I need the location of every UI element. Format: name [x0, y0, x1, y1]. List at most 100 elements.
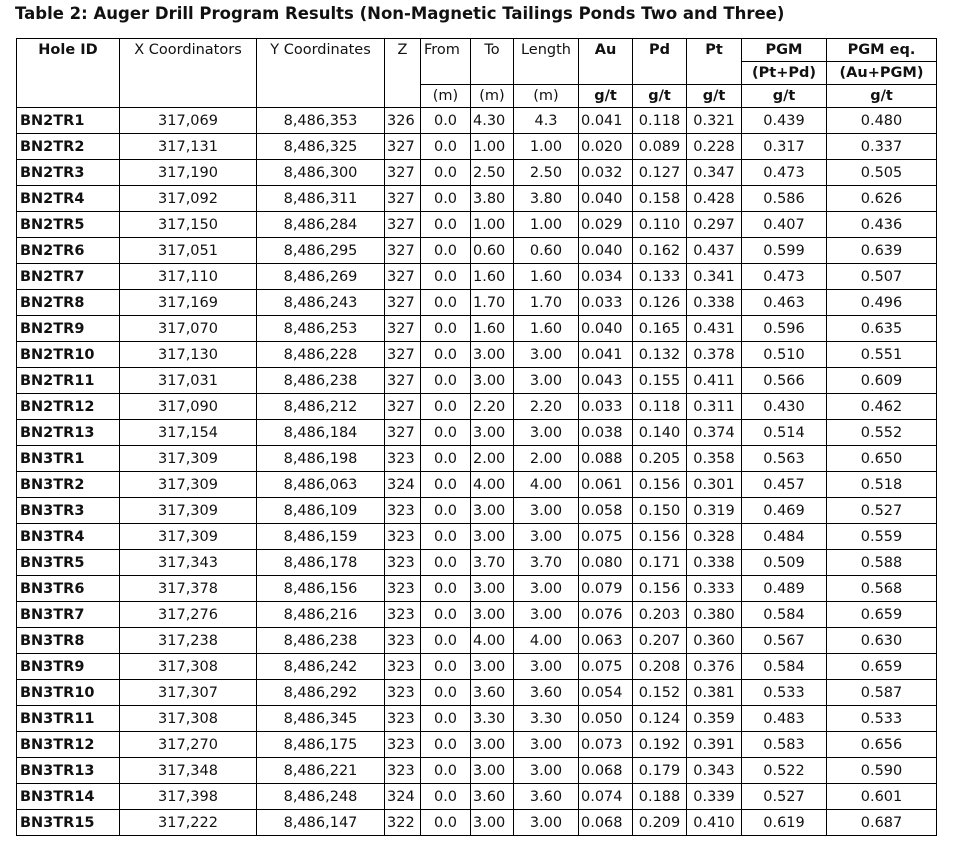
unit-to: (m) [470, 84, 514, 108]
cell-z: 327 [384, 211, 421, 238]
cell-to: 1.60 [470, 263, 514, 290]
table-row: BN2TR9 317,070 8,486,253 327 0.0 1.60 1.60 0.04… [16, 315, 937, 342]
cell-z: 327 [384, 367, 421, 394]
cell-pgm: 0.599 [741, 237, 827, 264]
cell-y-coord: 8,486,238 [256, 627, 385, 654]
cell-y-coord: 8,486,345 [256, 705, 385, 732]
cell-hole-id: BN2TR8 [16, 289, 120, 316]
cell-to: 1.60 [470, 315, 514, 342]
cell-pd: 0.162 [632, 237, 687, 264]
cell-z: 327 [384, 185, 421, 212]
cell-au: 0.032 [578, 159, 633, 186]
cell-pt: 0.228 [686, 133, 742, 160]
cell-pt: 0.333 [686, 575, 742, 602]
cell-z: 327 [384, 133, 421, 160]
cell-y-coord: 8,486,253 [256, 315, 385, 342]
cell-x-coord: 317,222 [119, 809, 257, 836]
cell-y-coord: 8,486,295 [256, 237, 385, 264]
cell-pgm-eq: 0.588 [826, 549, 937, 576]
cell-pgm: 0.522 [741, 757, 827, 784]
cell-y-coord: 8,486,292 [256, 679, 385, 706]
table-row: BN3TR6 317,378 8,486,156 323 0.0 3.00 3.00 0.07… [16, 575, 937, 602]
cell-pt: 0.376 [686, 653, 742, 680]
cell-pd: 0.089 [632, 133, 687, 160]
cell-from: 0.0 [420, 133, 471, 160]
cell-length: 2.20 [513, 393, 579, 420]
cell-au: 0.041 [578, 107, 633, 134]
cell-pt: 0.391 [686, 731, 742, 758]
cell-to: 3.00 [470, 809, 514, 836]
cell-pt: 0.339 [686, 783, 742, 810]
cell-hole-id: BN3TR4 [16, 523, 120, 550]
cell-au: 0.080 [578, 549, 633, 576]
cell-z: 322 [384, 809, 421, 836]
cell-pgm-eq: 0.639 [826, 237, 937, 264]
unit-length: (m) [513, 84, 579, 108]
table-row: BN2TR7 317,110 8,486,269 327 0.0 1.60 1.60 0.03… [16, 263, 937, 290]
cell-pd: 0.205 [632, 445, 687, 472]
cell-pt: 0.301 [686, 471, 742, 498]
cell-y-coord: 8,486,198 [256, 445, 385, 472]
cell-z: 323 [384, 705, 421, 732]
cell-pd: 0.126 [632, 289, 687, 316]
cell-pgm: 0.510 [741, 341, 827, 368]
cell-pgm: 0.473 [741, 159, 827, 186]
header-au: Au [578, 38, 633, 85]
header-pgm: PGM [741, 38, 827, 62]
cell-pgm: 0.533 [741, 679, 827, 706]
cell-x-coord: 317,190 [119, 159, 257, 186]
cell-pd: 0.156 [632, 575, 687, 602]
cell-from: 0.0 [420, 315, 471, 342]
cell-hole-id: BN2TR10 [16, 341, 120, 368]
cell-x-coord: 317,130 [119, 341, 257, 368]
table-row: BN2TR13 317,154 8,486,184 327 0.0 3.00 3.00 0.0… [16, 419, 937, 446]
cell-pgm: 0.463 [741, 289, 827, 316]
table-row: BN3TR12 317,270 8,486,175 323 0.0 3.00 3.00 0.0… [16, 731, 937, 758]
cell-length: 3.00 [513, 731, 579, 758]
cell-pt: 0.321 [686, 107, 742, 134]
cell-pgm-eq: 0.507 [826, 263, 937, 290]
cell-to: 3.00 [470, 653, 514, 680]
cell-to: 1.00 [470, 133, 514, 160]
cell-z: 327 [384, 289, 421, 316]
header-x: X Coordinators [119, 38, 257, 108]
cell-pt: 0.411 [686, 367, 742, 394]
cell-pgm-eq: 0.687 [826, 809, 937, 836]
cell-pgm-eq: 0.436 [826, 211, 937, 238]
cell-pgm-eq: 0.650 [826, 445, 937, 472]
cell-pgm: 0.473 [741, 263, 827, 290]
cell-pgm: 0.563 [741, 445, 827, 472]
cell-x-coord: 317,309 [119, 445, 257, 472]
cell-z: 323 [384, 575, 421, 602]
cell-from: 0.0 [420, 783, 471, 810]
cell-to: 3.00 [470, 757, 514, 784]
cell-from: 0.0 [420, 523, 471, 550]
cell-length: 3.80 [513, 185, 579, 212]
cell-pgm-eq: 0.480 [826, 107, 937, 134]
cell-to: 2.20 [470, 393, 514, 420]
cell-z: 323 [384, 523, 421, 550]
cell-au: 0.043 [578, 367, 633, 394]
header-length: Length [513, 38, 579, 85]
cell-pd: 0.179 [632, 757, 687, 784]
cell-pgm-eq: 0.551 [826, 341, 937, 368]
cell-pd: 0.155 [632, 367, 687, 394]
cell-from: 0.0 [420, 341, 471, 368]
cell-au: 0.020 [578, 133, 633, 160]
cell-pd: 0.133 [632, 263, 687, 290]
cell-au: 0.058 [578, 497, 633, 524]
cell-pgm-eq: 0.505 [826, 159, 937, 186]
cell-from: 0.0 [420, 757, 471, 784]
cell-from: 0.0 [420, 705, 471, 732]
cell-from: 0.0 [420, 601, 471, 628]
cell-x-coord: 317,398 [119, 783, 257, 810]
unit-from: (m) [420, 84, 471, 108]
cell-pt: 0.410 [686, 809, 742, 836]
cell-length: 4.00 [513, 627, 579, 654]
cell-y-coord: 8,486,063 [256, 471, 385, 498]
cell-from: 0.0 [420, 419, 471, 446]
cell-x-coord: 317,309 [119, 471, 257, 498]
cell-pt: 0.360 [686, 627, 742, 654]
cell-y-coord: 8,486,159 [256, 523, 385, 550]
cell-length: 3.00 [513, 757, 579, 784]
